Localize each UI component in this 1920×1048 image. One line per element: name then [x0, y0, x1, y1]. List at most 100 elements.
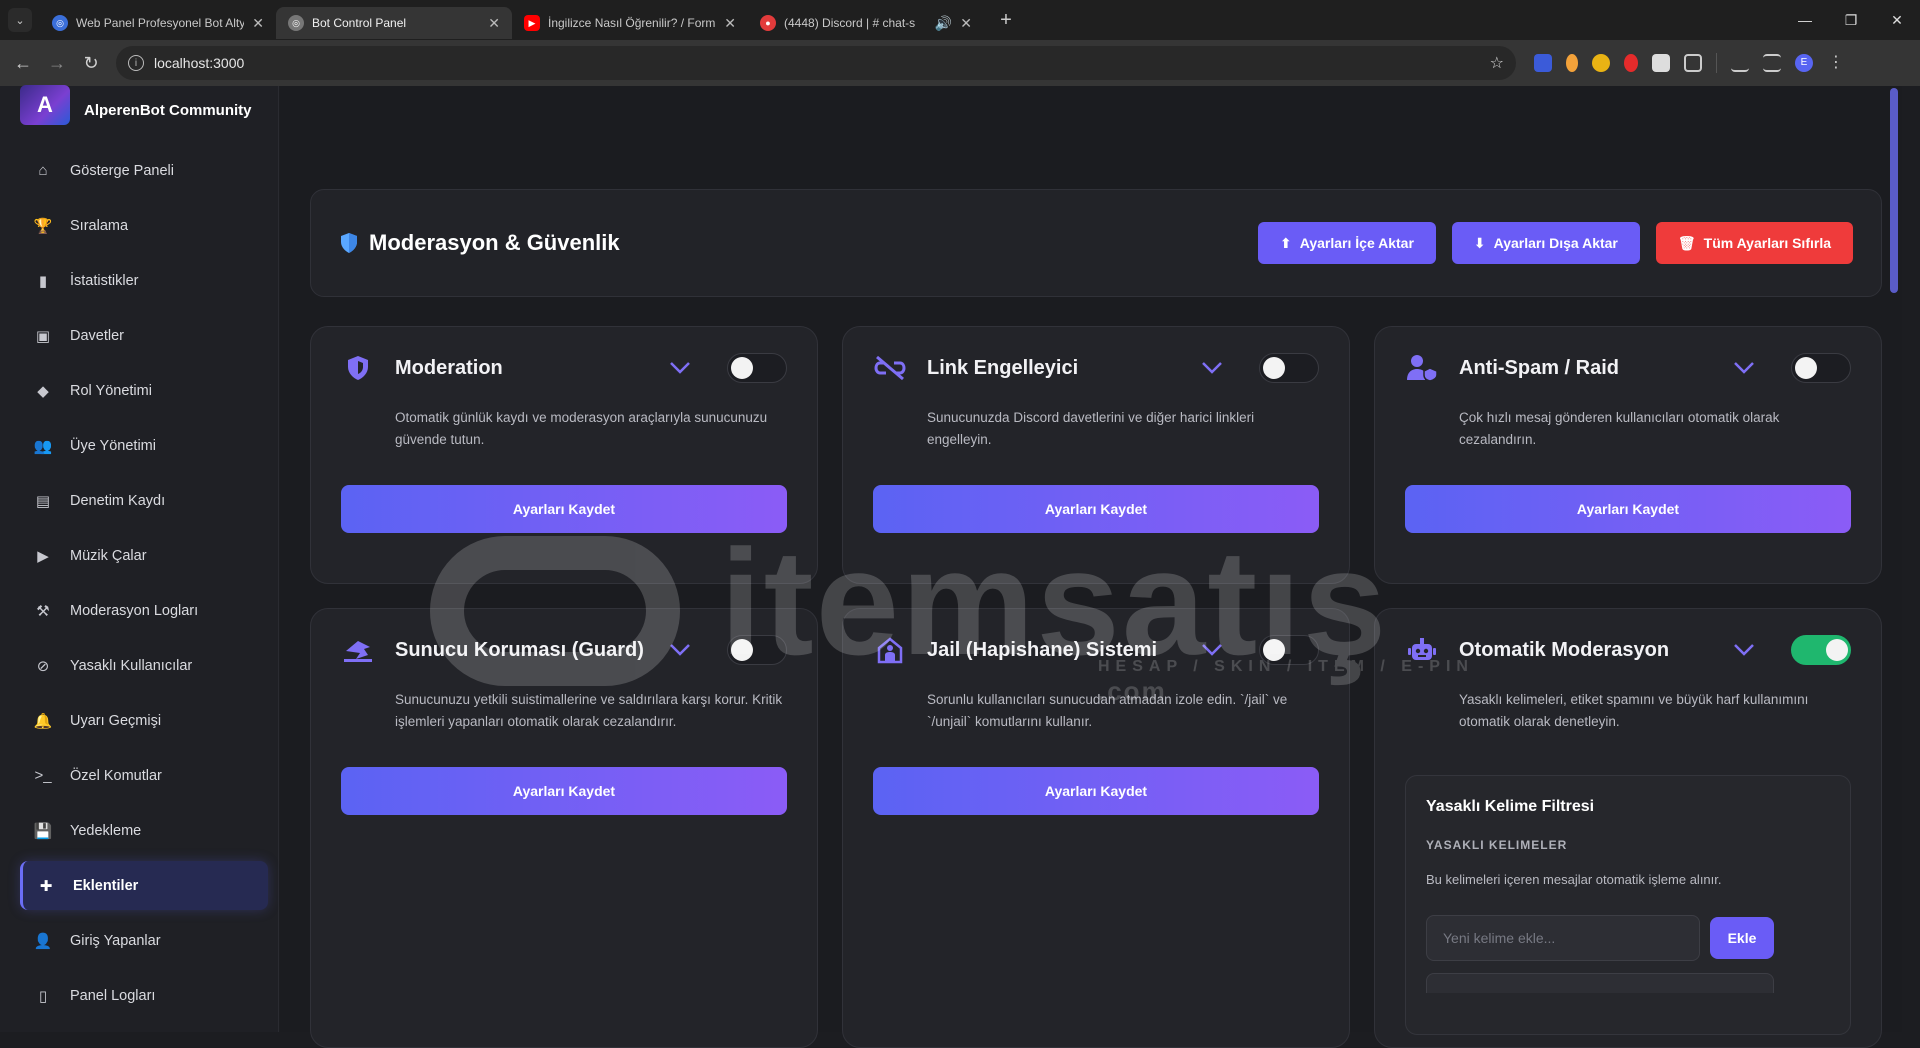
- tab-close-icon[interactable]: ✕: [960, 15, 972, 32]
- import-settings-button[interactable]: ⬆ Ayarları İçe Aktar: [1258, 222, 1436, 264]
- sidebar-item-backup[interactable]: 💾 Yedekleme: [20, 806, 268, 855]
- add-word-button[interactable]: Ekle: [1710, 917, 1774, 959]
- sidebar-item-statistics[interactable]: ▮ İstatistikler: [20, 256, 268, 305]
- save-settings-button[interactable]: Ayarları Kaydet: [873, 485, 1319, 533]
- toggle-knob: [1795, 357, 1817, 379]
- close-window-icon[interactable]: ✕: [1874, 12, 1920, 29]
- header-actions: ⬆ Ayarları İçe Aktar ⬇ Ayarları Dışa Aktar…: [1258, 222, 1853, 264]
- chevron-down-icon[interactable]: [1199, 643, 1225, 657]
- restore-icon[interactable]: ❐: [1828, 12, 1874, 29]
- new-tab-button[interactable]: +: [992, 9, 1020, 32]
- page-scrollbar[interactable]: [1884, 86, 1902, 1032]
- speaker-icon[interactable]: 🔊: [935, 15, 952, 32]
- export-settings-label: Ayarları Dışa Aktar: [1493, 235, 1618, 251]
- tab-close-icon[interactable]: ✕: [724, 15, 736, 32]
- link-blocker-toggle[interactable]: [1259, 353, 1319, 383]
- extension-coin-icon[interactable]: [1592, 54, 1610, 72]
- tab-favicon-icon: ◎: [288, 15, 304, 31]
- sidebar-item-music[interactable]: ▶ Müzik Çalar: [20, 531, 268, 580]
- sidebar-item-mod-logs[interactable]: ⚒ Moderasyon Logları: [20, 586, 268, 635]
- sidebar-item-logins[interactable]: 👤 Giriş Yapanlar: [20, 916, 268, 965]
- reload-icon[interactable]: ↻: [76, 48, 106, 78]
- card-title: Anti-Spam / Raid: [1459, 356, 1620, 379]
- toolbar-separator: [1716, 53, 1717, 73]
- anti-spam-toggle[interactable]: [1791, 353, 1851, 383]
- minimize-icon[interactable]: —: [1782, 12, 1828, 29]
- sidebar-item-plugins[interactable]: ✚ Eklentiler: [20, 861, 268, 910]
- tab-close-icon[interactable]: ✕: [488, 15, 500, 32]
- gavel-icon: ⚒: [36, 602, 50, 620]
- browser-menu-icon[interactable]: ⋮: [1827, 54, 1845, 72]
- new-word-input[interactable]: Yeni kelime ekle...: [1426, 915, 1700, 961]
- forward-arrow-icon[interactable]: →: [42, 48, 72, 78]
- sidebar-item-roles[interactable]: ◆ Rol Yönetimi: [20, 366, 268, 415]
- shield-icon: [341, 233, 357, 253]
- server-guard-toggle[interactable]: [727, 635, 787, 665]
- chevron-down-icon[interactable]: [667, 643, 693, 657]
- sidebar-item-invites[interactable]: ▣ Davetler: [20, 311, 268, 360]
- extension-bulb-icon[interactable]: [1566, 54, 1578, 72]
- puzzle-icon: ✚: [39, 877, 53, 895]
- extension-shield-icon[interactable]: [1534, 54, 1552, 72]
- chevron-down-icon[interactable]: [1731, 643, 1757, 657]
- sidebar-item-custom-commands[interactable]: >_ Özel Komutlar: [20, 751, 268, 800]
- sidebar-item-dashboard[interactable]: ⌂ Gösterge Paneli: [20, 146, 268, 195]
- upload-icon: ⬆: [1280, 234, 1292, 251]
- word-list-box: [1426, 973, 1774, 993]
- tag-icon: ◆: [37, 382, 49, 400]
- extensions-puzzle-icon[interactable]: [1684, 54, 1702, 72]
- address-bar[interactable]: i localhost:3000 ☆: [116, 46, 1516, 80]
- card-title: Sunucu Koruması (Guard): [395, 638, 644, 661]
- site-info-icon[interactable]: i: [128, 55, 144, 71]
- chevron-down-icon[interactable]: [1731, 361, 1757, 375]
- sidebar-item-ranking[interactable]: 🏆 Sıralama: [20, 201, 268, 250]
- card-header: Moderation: [341, 353, 787, 383]
- chevron-down-icon[interactable]: [667, 361, 693, 375]
- page-header: Moderasyon & Güvenlik ⬆ Ayarları İçe Akta…: [310, 189, 1882, 297]
- tab-title: Bot Control Panel: [312, 16, 407, 30]
- media-control-icon[interactable]: [1763, 54, 1781, 72]
- extension-home-icon[interactable]: [1652, 54, 1670, 72]
- reset-all-button[interactable]: 🗑 Tüm Ayarları Sıfırla: [1655, 222, 1853, 264]
- browser-tab-4[interactable]: ● (4448) Discord | # chat-s 🔊 ✕: [748, 7, 984, 39]
- save-settings-button[interactable]: Ayarları Kaydet: [873, 767, 1319, 815]
- back-arrow-icon[interactable]: ←: [8, 48, 38, 78]
- banned-words-label: YASAKLI KELIMELER: [1426, 838, 1568, 852]
- browser-tab-1[interactable]: ◎ Web Panel Profesyonel Bot Altyapısı ✕: [40, 7, 276, 39]
- sidebar-item-audit-log[interactable]: ▤ Denetim Kaydı: [20, 476, 268, 525]
- file-icon: ▯: [38, 987, 48, 1005]
- extension-red-icon[interactable]: [1624, 54, 1638, 72]
- sidebar-item-members[interactable]: 👥 Üye Yönetimi: [20, 421, 268, 470]
- scrollbar-thumb[interactable]: [1890, 88, 1898, 293]
- bar-chart-icon: ▮: [38, 272, 48, 290]
- brand[interactable]: A AlperenBot Community: [0, 85, 278, 134]
- sidebar-item-label: Uyarı Geçmişi: [70, 712, 162, 729]
- bookmark-star-icon[interactable]: ☆: [1490, 53, 1504, 73]
- tab-search-button[interactable]: ⌄: [8, 8, 32, 32]
- tab-close-icon[interactable]: ✕: [252, 15, 264, 32]
- reset-all-label: Tüm Ayarları Sıfırla: [1703, 235, 1831, 251]
- auto-moderation-toggle[interactable]: [1791, 635, 1851, 665]
- sidebar-item-banned-users[interactable]: ⊘ Yasaklı Kullanıcılar: [20, 641, 268, 690]
- export-settings-button[interactable]: ⬇ Ayarları Dışa Aktar: [1451, 222, 1640, 264]
- save-settings-button[interactable]: Ayarları Kaydet: [341, 485, 787, 533]
- sidebar-item-label: Rol Yönetimi: [70, 382, 152, 399]
- url-text: localhost:3000: [154, 55, 245, 71]
- discord-favicon-icon: ●: [760, 15, 776, 31]
- save-settings-button[interactable]: Ayarları Kaydet: [341, 767, 787, 815]
- browser-tab-2[interactable]: ◎ Bot Control Panel ✕: [276, 7, 512, 39]
- jail-system-toggle[interactable]: [1259, 635, 1319, 665]
- download-icon[interactable]: [1731, 54, 1749, 72]
- chevron-down-icon[interactable]: [1199, 361, 1225, 375]
- word-filter-panel: Yasaklı Kelime Filtresi YASAKLI KELIMELE…: [1405, 775, 1851, 1035]
- moderation-toggle[interactable]: [727, 353, 787, 383]
- save-settings-button[interactable]: Ayarları Kaydet: [1405, 485, 1851, 533]
- sidebar-item-label: Üye Yönetimi: [70, 437, 156, 454]
- shield-icon: [341, 353, 375, 383]
- banned-words-hint: Bu kelimeleri içeren mesajlar otomatik i…: [1426, 872, 1722, 887]
- browser-tab-3[interactable]: ▶ İngilizce Nasıl Öğrenilir? / Form ✕: [512, 7, 748, 39]
- tab-favicon-icon: ◎: [52, 15, 68, 31]
- sidebar-item-panel-logs[interactable]: ▯ Panel Logları: [20, 971, 268, 1020]
- sidebar-item-warnings[interactable]: 🔔 Uyarı Geçmişi: [20, 696, 268, 745]
- profile-avatar[interactable]: E: [1795, 54, 1813, 72]
